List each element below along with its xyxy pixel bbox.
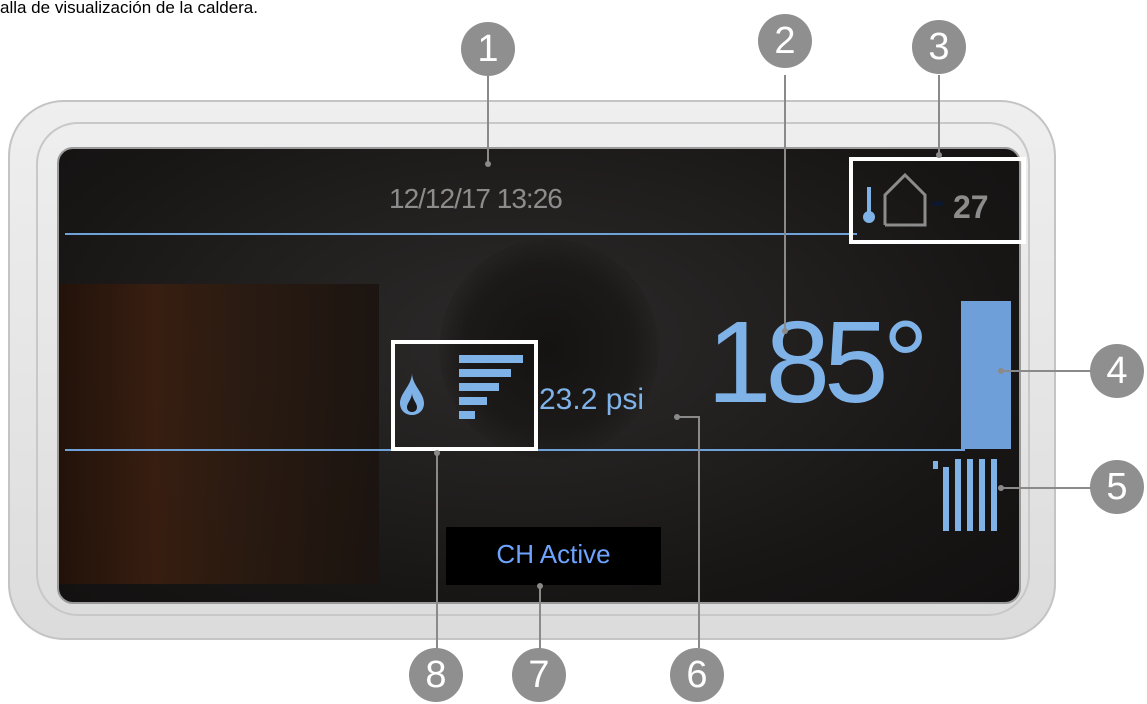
leader-4 <box>1002 370 1094 372</box>
leader-dot-2 <box>782 328 788 334</box>
callout-badge: 3 <box>912 20 966 74</box>
status-text: CH Active <box>496 539 611 569</box>
leader-8 <box>436 452 438 650</box>
leader-dot-7 <box>537 583 543 589</box>
leader-dot-1 <box>485 161 491 167</box>
callout-badge: 6 <box>670 648 724 702</box>
temperature-bar-icon <box>961 301 1011 449</box>
leader-dot-6 <box>674 414 680 420</box>
callout-badge: 7 <box>512 648 566 702</box>
leader-2 <box>784 75 786 330</box>
caption: alla de visualización de la caldera. <box>0 0 258 17</box>
leader-dot-8 <box>434 450 440 456</box>
leader-1 <box>487 75 489 165</box>
leader-3 <box>938 75 940 157</box>
leader-7 <box>539 586 541 650</box>
leader-6b <box>698 416 700 648</box>
pressure-reading: 23.2 psi <box>539 383 645 416</box>
flame-highlight <box>391 340 538 451</box>
callout-badge: 1 <box>461 22 515 76</box>
callout-badge: 5 <box>1090 460 1144 514</box>
status-box: CH Active <box>446 527 661 585</box>
leader-5 <box>1002 487 1094 489</box>
top-divider <box>65 233 857 235</box>
outdoor-temp-highlight <box>849 157 1026 244</box>
boiler-temperature: 185° <box>707 297 929 427</box>
background-reflection <box>59 284 379 584</box>
callout-badge: 4 <box>1090 344 1144 398</box>
radiator-icon <box>933 459 997 531</box>
callout-badge: 8 <box>409 648 463 702</box>
datetime: 12/12/17 13:26 <box>389 183 563 214</box>
leader-dot-3 <box>936 152 942 158</box>
leader-dot-5 <box>998 485 1004 491</box>
leader-dot-4 <box>998 368 1004 374</box>
callout-badge: 2 <box>758 14 812 68</box>
